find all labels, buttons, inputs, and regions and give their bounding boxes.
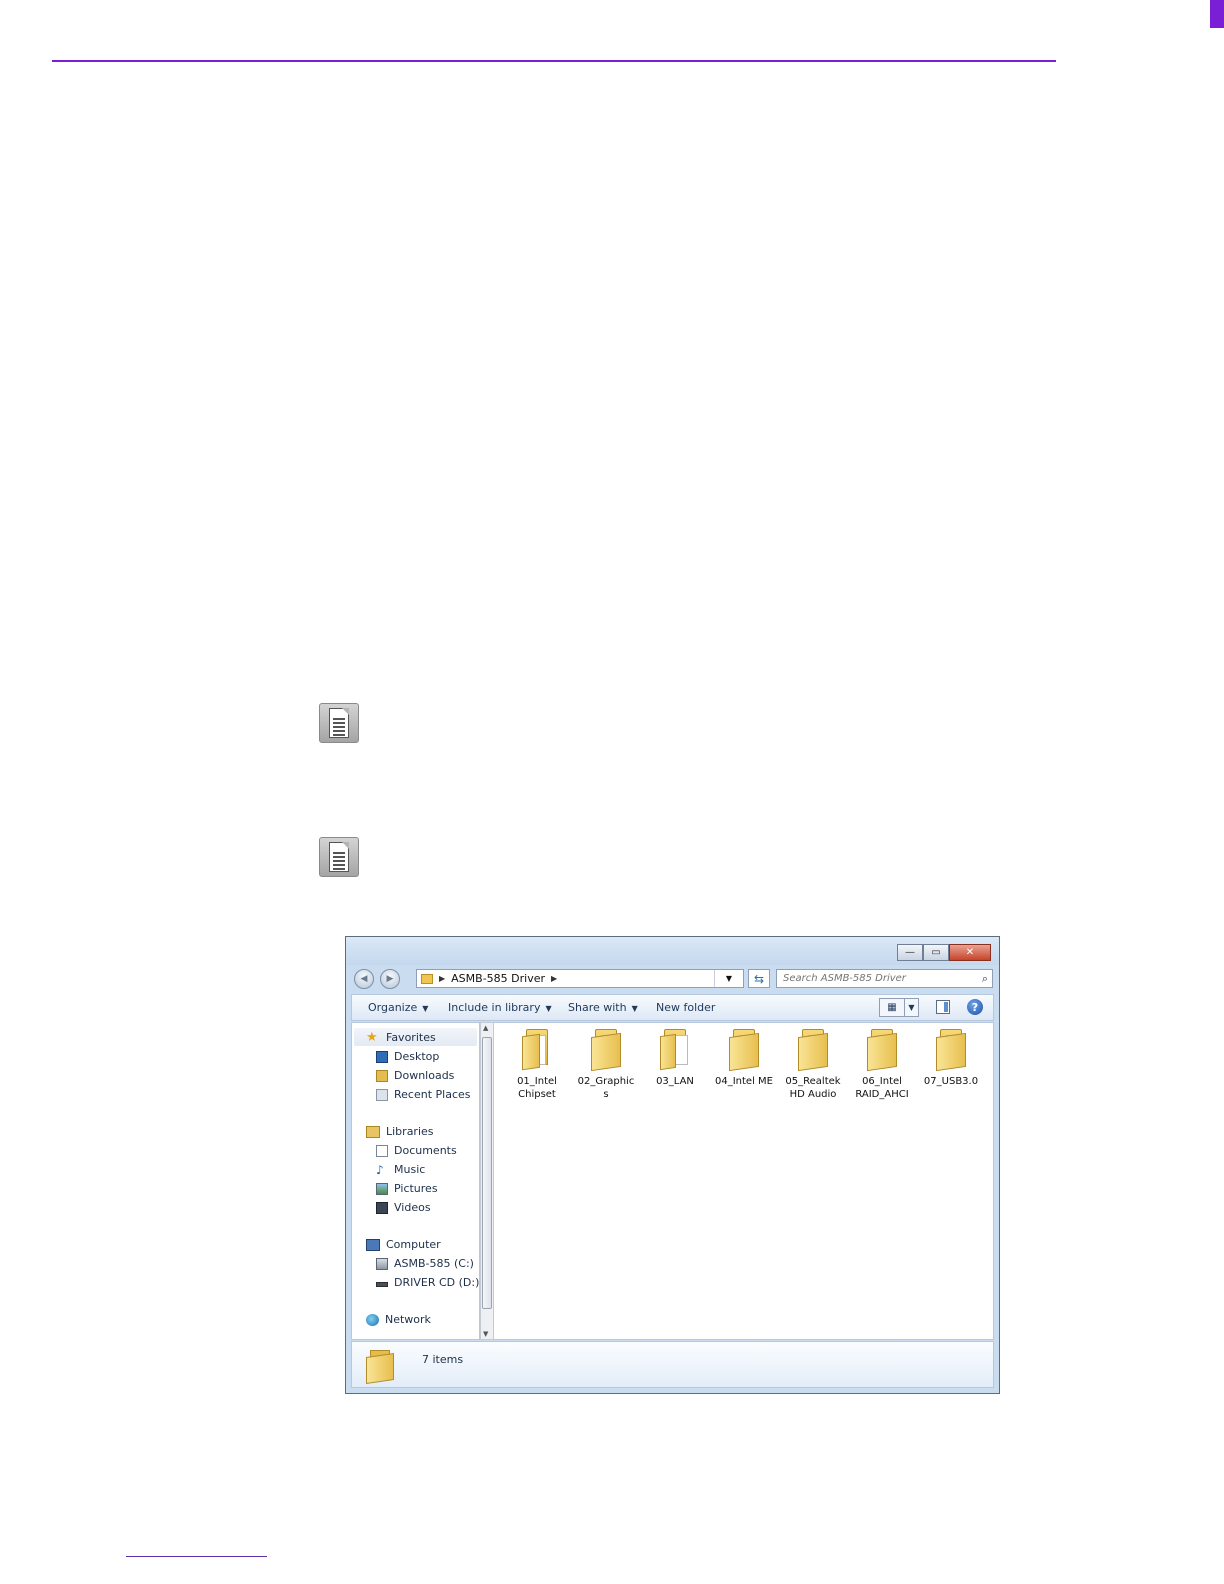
folder-item[interactable]: 05_Realtek HD Audio xyxy=(781,1029,845,1101)
header-rule xyxy=(52,60,1056,62)
drive-icon xyxy=(376,1282,388,1287)
folder-icon xyxy=(589,1029,623,1072)
change-view-button[interactable]: ▦ ▼ xyxy=(879,998,919,1017)
folder-item[interactable]: 03_LAN xyxy=(643,1029,707,1088)
view-icon[interactable]: ▦ xyxy=(880,999,905,1016)
pictures-icon xyxy=(376,1182,388,1195)
refresh-icon[interactable]: ⇆ xyxy=(748,969,770,988)
nav-desktop[interactable]: Desktop xyxy=(376,1050,439,1063)
folder-icon xyxy=(865,1029,899,1072)
network-icon xyxy=(366,1313,379,1326)
chevron-right-icon: ▶ xyxy=(439,974,446,983)
page-edge-tab xyxy=(1210,0,1224,28)
note-icon xyxy=(319,837,359,877)
documents-icon xyxy=(376,1144,388,1157)
scroll-down-icon[interactable]: ▼ xyxy=(483,1330,488,1338)
nav-computer[interactable]: Computer xyxy=(366,1238,441,1251)
folder-icon xyxy=(934,1029,968,1072)
preview-pane-icon[interactable] xyxy=(936,1000,950,1014)
nav-network[interactable]: Network xyxy=(366,1313,431,1326)
library-icon xyxy=(366,1125,380,1138)
address-path: ASMB-585 Driver xyxy=(451,972,546,985)
nav-scrollbar[interactable]: ▲ ▼ xyxy=(480,1022,494,1340)
videos-icon xyxy=(376,1201,388,1214)
folder-icon xyxy=(421,973,433,984)
help-icon[interactable]: ? xyxy=(967,999,983,1015)
footer-rule xyxy=(126,1556,267,1557)
folder-item[interactable]: 04_Intel ME xyxy=(712,1029,776,1088)
search-icon[interactable]: ⌕ xyxy=(982,972,988,986)
new-folder-button[interactable]: New folder xyxy=(656,1001,715,1014)
file-list: 01_Intel Chipset 02_Graphic s 03_LAN 04_In… xyxy=(494,1022,994,1340)
share-with-menu[interactable]: Share with ▼ xyxy=(568,1001,638,1014)
star-icon: ★ xyxy=(366,1029,378,1045)
folder-icon xyxy=(658,1029,692,1071)
chevron-down-icon[interactable]: ▼ xyxy=(905,999,918,1016)
nav-downloads[interactable]: Downloads xyxy=(376,1069,454,1082)
folder-icon xyxy=(366,1350,396,1384)
forward-icon[interactable]: ▶ xyxy=(380,969,400,989)
scroll-thumb[interactable] xyxy=(482,1037,492,1309)
title-bar: — ▭ ✕ xyxy=(346,937,999,965)
folder-item[interactable]: 02_Graphic s xyxy=(574,1029,638,1101)
folder-item[interactable]: 01_Intel Chipset xyxy=(505,1029,569,1101)
nav-music[interactable]: ♪ Music xyxy=(376,1163,425,1176)
downloads-icon xyxy=(376,1069,388,1082)
chevron-down-icon[interactable]: ▼ xyxy=(714,970,743,987)
folder-item[interactable]: 07_USB3.0 xyxy=(919,1029,983,1088)
search-input[interactable] xyxy=(783,971,973,986)
address-bar[interactable]: ▶ ASMB-585 Driver ▶ ▼ xyxy=(416,969,744,988)
music-icon: ♪ xyxy=(376,1162,384,1177)
maximize-button[interactable]: ▭ xyxy=(923,944,949,961)
explorer-window: — ▭ ✕ ◀ ▶ ▶ ASMB-585 Driver ▶ ▼ ⇆ ⌕ Orga… xyxy=(345,936,1000,1394)
include-in-library-menu[interactable]: Include in library ▼ xyxy=(448,1001,552,1014)
back-icon[interactable]: ◀ xyxy=(354,969,374,989)
close-button[interactable]: ✕ xyxy=(949,944,991,961)
recent-places-icon xyxy=(376,1088,388,1101)
navigation-row: ◀ ▶ ▶ ASMB-585 Driver ▶ ▼ ⇆ ⌕ xyxy=(346,965,999,991)
minimize-button[interactable]: — xyxy=(897,944,923,961)
drive-icon xyxy=(376,1257,388,1270)
nav-drive-c[interactable]: ASMB-585 (C:) xyxy=(376,1257,474,1270)
chevron-right-icon[interactable]: ▶ xyxy=(551,974,557,983)
navigation-pane: ★ Favorites Desktop Downloads Recent Pla… xyxy=(351,1022,480,1340)
folder-icon xyxy=(796,1029,830,1072)
desktop-icon xyxy=(376,1050,388,1063)
nav-recent-places[interactable]: Recent Places xyxy=(376,1088,471,1101)
nav-pictures[interactable]: Pictures xyxy=(376,1182,438,1195)
nav-documents[interactable]: Documents xyxy=(376,1144,457,1157)
nav-videos[interactable]: Videos xyxy=(376,1201,431,1214)
command-bar: Organize ▼ Include in library ▼ Share with… xyxy=(351,994,994,1021)
details-pane: 7 items xyxy=(351,1341,994,1388)
item-count: 7 items xyxy=(422,1353,464,1366)
folder-item[interactable]: 06_Intel RAID_AHCI xyxy=(850,1029,914,1101)
folder-icon xyxy=(520,1029,554,1071)
folder-icon xyxy=(727,1029,761,1072)
nav-favorites[interactable]: ★ Favorites xyxy=(366,1029,436,1045)
computer-icon xyxy=(366,1238,380,1251)
nav-drive-d[interactable]: DRIVER CD (D:) xyxy=(376,1276,479,1289)
organize-menu[interactable]: Organize ▼ xyxy=(368,1001,428,1014)
note-icon xyxy=(319,703,359,743)
scroll-up-icon[interactable]: ▲ xyxy=(483,1024,488,1032)
search-box[interactable]: ⌕ xyxy=(776,969,993,988)
nav-libraries[interactable]: Libraries xyxy=(366,1125,434,1138)
